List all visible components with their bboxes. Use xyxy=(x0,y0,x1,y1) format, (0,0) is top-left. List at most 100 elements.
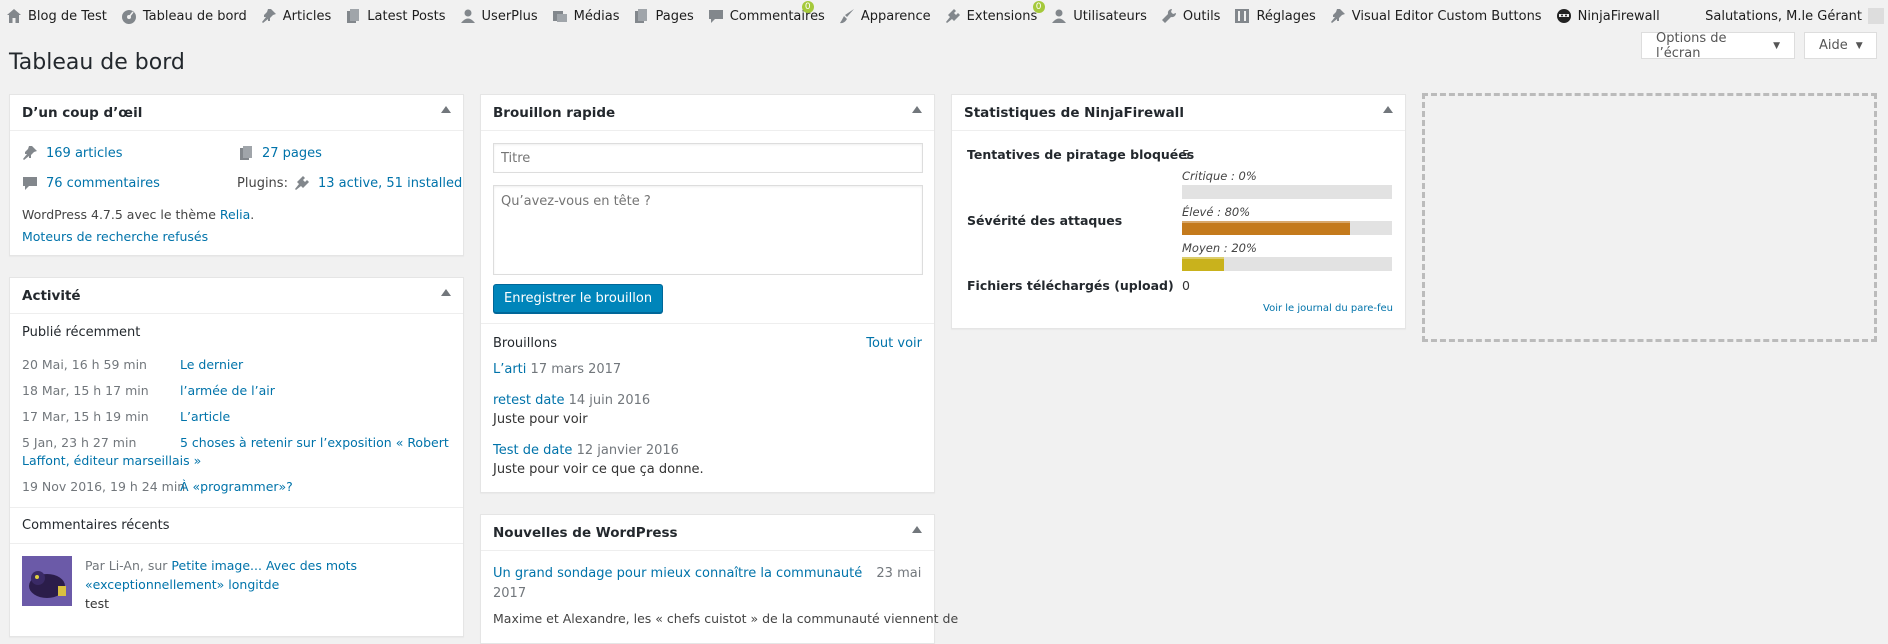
blocked-attempts-value: 5 xyxy=(1182,147,1190,162)
draft-link[interactable]: L’arti xyxy=(493,362,526,377)
firewall-log-link[interactable]: Voir le journal du pare-feu xyxy=(1263,303,1393,314)
adminbar-plugins[interactable]: Extensions 0 xyxy=(939,0,1046,32)
adminbar-pages[interactable]: Pages xyxy=(627,0,701,32)
settings-icon xyxy=(1234,8,1250,24)
activity-header[interactable]: Activité xyxy=(10,278,463,314)
adminbar-settings[interactable]: Réglages xyxy=(1228,0,1323,32)
post-link[interactable]: 5 choses à retenir sur l’exposition « Ro… xyxy=(180,435,449,450)
collapse-toggle-icon[interactable] xyxy=(441,106,451,113)
collapse-toggle-icon[interactable] xyxy=(912,526,922,533)
divider xyxy=(10,543,463,544)
post-date: 5 Jan, 23 h 27 min xyxy=(22,435,137,450)
caret-down-icon: ▼ xyxy=(1773,40,1780,51)
adminbar-tools[interactable]: Outils xyxy=(1155,0,1229,32)
help-label: Aide xyxy=(1819,38,1848,53)
pages-icon xyxy=(633,8,649,24)
draft-link[interactable]: Test de date xyxy=(493,443,572,458)
severity-label: Sévérité des attaques xyxy=(967,213,1123,228)
high-label: Élevé : 80% xyxy=(1182,205,1251,219)
page-icon xyxy=(238,145,254,161)
draft-excerpt: Juste pour voir ce que ça donne. xyxy=(493,462,704,477)
draft-content-textarea[interactable] xyxy=(493,185,923,275)
medium-bar xyxy=(1182,257,1392,271)
collapse-toggle-icon[interactable] xyxy=(1383,106,1393,113)
adminbar-dashboard[interactable]: Tableau de bord xyxy=(115,0,255,32)
view-all-drafts-link[interactable]: Tout voir xyxy=(866,336,922,351)
adminbar-ninjafirewall[interactable]: NinjaFirewall xyxy=(1550,0,1668,32)
page-title: Tableau de bord xyxy=(9,50,185,75)
adminbar-users[interactable]: Utilisateurs xyxy=(1045,0,1155,32)
glance-header[interactable]: D’un coup d’œil xyxy=(10,95,463,131)
draft-item: Test de date 12 janvier 2016 xyxy=(493,443,679,458)
caret-down-icon: ▼ xyxy=(1855,40,1863,51)
critical-bar xyxy=(1182,185,1392,199)
post-link[interactable]: Le dernier xyxy=(180,357,243,372)
theme-suffix: . xyxy=(250,207,255,222)
collapse-toggle-icon[interactable] xyxy=(912,106,922,113)
screen-options-button[interactable]: Options de l’écran ▼ xyxy=(1641,31,1795,61)
help-button[interactable]: Aide ▼ xyxy=(1804,32,1877,59)
empty-widget-dropzone[interactable] xyxy=(1422,93,1877,342)
glance-articles-link[interactable]: 169 articles xyxy=(46,146,123,161)
theme-link[interactable]: Relia xyxy=(220,207,250,222)
greeting-text: Salutations, M.le Gérant xyxy=(1705,8,1862,24)
adminbar-account[interactable]: Salutations, M.le Gérant xyxy=(1705,0,1888,32)
adminbar-comments[interactable]: Commentaires 0 xyxy=(702,0,833,32)
admin-bar: Blog de Test Tableau de bord Articles La… xyxy=(0,0,1888,32)
adminbar-posts[interactable]: Articles xyxy=(255,0,339,32)
collapse-toggle-icon[interactable] xyxy=(441,289,451,296)
post-link-continued[interactable]: Laffont, éditeur marseillais » xyxy=(22,453,201,468)
adminbar-pages-label: Pages xyxy=(655,8,694,24)
adminbar-settings-label: Réglages xyxy=(1256,8,1316,24)
news-item-link[interactable]: Un grand sondage pour mieux connaître la… xyxy=(493,566,862,581)
glance-comments-link[interactable]: 76 commentaires xyxy=(46,176,160,191)
medium-bar-fill xyxy=(1182,257,1224,271)
comment-post-link[interactable]: Petite image... Avec des mots xyxy=(171,558,357,573)
uploads-value: 0 xyxy=(1182,278,1190,293)
adminbar-userplus-label: UserPlus xyxy=(481,8,538,24)
ninjafirewall-widget: Statistiques de NinjaFirewall Tentatives… xyxy=(951,94,1406,329)
post-link[interactable]: À «programmer»? xyxy=(180,479,293,494)
draft-date: 17 mars 2017 xyxy=(530,362,622,377)
draft-link[interactable]: retest date xyxy=(493,393,564,408)
plugins-label: Plugins: xyxy=(237,175,288,191)
draft-date: 12 janvier 2016 xyxy=(576,443,679,458)
comment-by: Par Li-An, sur xyxy=(85,558,168,573)
comment-post-link-continued[interactable]: «exceptionnellement» longitde xyxy=(85,577,279,592)
news-title: Nouvelles de WordPress xyxy=(493,524,678,541)
ninjafirewall-header[interactable]: Statistiques de NinjaFirewall xyxy=(952,95,1405,131)
adminbar-latest-label: Latest Posts xyxy=(367,8,446,24)
blocked-attempts-label: Tentatives de piratage bloquées xyxy=(967,147,1195,162)
draft-item: L’arti 17 mars 2017 xyxy=(493,362,621,377)
post-link[interactable]: L’article xyxy=(180,409,230,424)
quickdraft-header[interactable]: Brouillon rapide xyxy=(481,95,934,131)
adminbar-userplus[interactable]: UserPlus xyxy=(454,0,546,32)
post-link[interactable]: l’armée de l’air xyxy=(180,383,275,398)
pin-icon xyxy=(1330,8,1346,24)
plugins-count-link[interactable]: 13 active, 51 installed xyxy=(318,176,462,191)
adminbar-site[interactable]: Blog de Test xyxy=(0,0,115,32)
glance-comments[interactable]: 76 commentaires xyxy=(22,175,160,191)
glance-pages[interactable]: 27 pages xyxy=(238,145,322,161)
pin-icon xyxy=(22,145,38,161)
search-engines-link[interactable]: Moteurs de recherche refusés xyxy=(22,229,208,244)
commenter-avatar xyxy=(22,556,72,606)
adminbar-plugins-label: Extensions xyxy=(966,8,1038,24)
draft-title-input[interactable] xyxy=(493,143,923,173)
adminbar-media[interactable]: Médias xyxy=(546,0,628,32)
save-draft-button[interactable]: Enregistrer le brouillon xyxy=(493,284,664,313)
quickdraft-widget: Brouillon rapide Enregistrer le brouillo… xyxy=(480,94,935,493)
plugin-icon xyxy=(294,175,310,191)
media-icon xyxy=(552,8,568,24)
adminbar-appearance[interactable]: Apparence xyxy=(833,0,939,32)
adminbar-ninja-label: NinjaFirewall xyxy=(1577,8,1660,24)
glance-articles[interactable]: 169 articles xyxy=(22,145,123,161)
adminbar-latest-posts[interactable]: Latest Posts xyxy=(339,0,453,32)
news-item-excerpt: Maxime et Alexandre, les « chefs cuistot… xyxy=(493,611,959,626)
users-icon xyxy=(1051,8,1067,24)
news-header[interactable]: Nouvelles de WordPress xyxy=(481,515,934,551)
comment-icon xyxy=(22,175,38,191)
adminbar-vecb[interactable]: Visual Editor Custom Buttons xyxy=(1324,0,1550,32)
glance-pages-link[interactable]: 27 pages xyxy=(262,146,322,161)
glance-title: D’un coup d’œil xyxy=(22,104,143,121)
